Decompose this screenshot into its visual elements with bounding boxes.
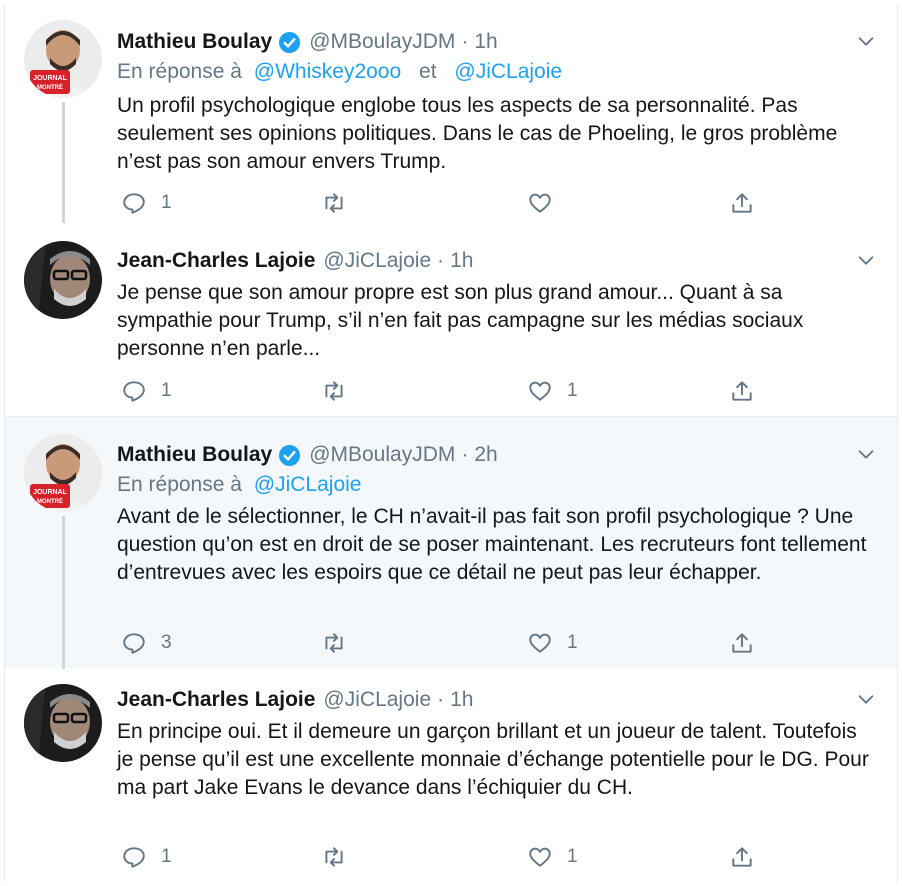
tweet-time[interactable]: 2h <box>474 443 497 467</box>
tweet-2[interactable]: Jean-Charles Lajoie @JiCLajoie · 1h Je p… <box>5 223 897 416</box>
reply-button[interactable]: 3 <box>121 628 172 658</box>
tweet-header: Jean-Charles Lajoie @JiCLajoie · 1h <box>117 686 867 714</box>
timeline: JOURNAL MONTRÉ Mathieu Boulay @MBoulayJD… <box>4 4 898 882</box>
tweet-text: Je pense que son amour propre est son pl… <box>117 281 804 360</box>
reply-button[interactable]: 1 <box>121 188 172 218</box>
like-button[interactable]: 1 <box>527 842 578 872</box>
retweet-icon <box>325 381 343 401</box>
avatar-mathieu-boulay[interactable]: JOURNAL MONTRÉ <box>24 434 102 512</box>
svg-text:JOURNAL: JOURNAL <box>33 75 68 82</box>
reply-icon <box>123 381 145 402</box>
reply-to-prefix: En réponse à <box>117 60 242 83</box>
mention-link[interactable]: @JiCLajoie <box>454 60 562 83</box>
reply-to-line: En réponse à @JiCLajoie <box>117 473 361 497</box>
reply-icon <box>123 847 145 868</box>
svg-text:JOURNAL: JOURNAL <box>33 489 68 496</box>
like-button[interactable] <box>527 188 567 218</box>
author-handle[interactable]: @JiCLajoie <box>323 688 431 712</box>
author-handle[interactable]: @MBoulayJDM <box>309 30 455 54</box>
chevron-down-icon[interactable] <box>855 30 877 52</box>
tweet-actions: 1 <box>117 188 777 218</box>
author-name[interactable]: Mathieu Boulay <box>117 443 272 467</box>
share-icon <box>732 381 752 401</box>
retweet-icon <box>325 847 343 867</box>
like-count: 1 <box>567 846 578 867</box>
tweet-text: Un profil psychologique englobe tous les… <box>117 94 838 173</box>
tweet-header: Jean-Charles Lajoie @JiCLajoie · 1h <box>117 247 867 275</box>
svg-text:MONTRÉ: MONTRÉ <box>37 497 63 505</box>
svg-text:MONTRÉ: MONTRÉ <box>37 83 63 91</box>
avatar-jean-charles-lajoie[interactable] <box>24 684 102 762</box>
verified-badge-icon <box>278 444 301 467</box>
tweet-actions: 1 1 <box>117 842 777 872</box>
tweet-actions: 1 1 <box>117 376 777 406</box>
chevron-down-icon[interactable] <box>855 688 877 710</box>
reply-button[interactable]: 1 <box>121 842 172 872</box>
tweet-time[interactable]: 1h <box>474 30 497 54</box>
share-icon <box>732 633 752 653</box>
separator-dot: · <box>461 443 469 466</box>
share-icon <box>732 193 752 213</box>
tweet-actions: 3 1 <box>117 628 777 658</box>
share-button[interactable] <box>729 188 755 218</box>
thread-line <box>62 516 65 669</box>
reply-count: 3 <box>161 632 172 653</box>
avatar-jean-charles-lajoie[interactable] <box>24 241 102 319</box>
retweet-button[interactable] <box>321 628 361 658</box>
chevron-down-icon[interactable] <box>855 443 877 465</box>
like-icon <box>529 847 551 867</box>
tweet-text: En principe oui. Et il demeure un garçon… <box>117 720 869 799</box>
share-button[interactable] <box>729 376 755 406</box>
reply-count: 1 <box>161 380 172 401</box>
reply-count: 1 <box>161 846 172 867</box>
share-button[interactable] <box>729 842 755 872</box>
retweet-button[interactable] <box>321 376 361 406</box>
avatar-mathieu-boulay[interactable]: JOURNAL MONTRÉ <box>24 20 102 98</box>
tweet-text: Avant de le sélectionner, le CH n’avait-… <box>117 505 867 584</box>
author-handle[interactable]: @JiCLajoie <box>323 249 431 273</box>
author-name[interactable]: Jean-Charles Lajoie <box>117 249 315 273</box>
verified-badge-icon <box>278 31 301 54</box>
separator-dot: · <box>437 688 445 711</box>
like-count: 1 <box>567 380 578 401</box>
author-name[interactable]: Jean-Charles Lajoie <box>117 688 315 712</box>
mention-link[interactable]: @Whiskey2ooo <box>254 60 401 83</box>
tweet-time[interactable]: 1h <box>450 688 473 712</box>
reply-to-and: et <box>419 60 437 83</box>
mention-link[interactable]: @JiCLajoie <box>254 473 362 496</box>
separator-dot: · <box>437 249 445 272</box>
chevron-down-icon[interactable] <box>855 249 877 271</box>
tweet-4[interactable]: Jean-Charles Lajoie @JiCLajoie · 1h En p… <box>5 668 897 882</box>
reply-icon <box>123 633 145 654</box>
reply-button[interactable]: 1 <box>121 376 172 406</box>
author-handle[interactable]: @MBoulayJDM <box>309 443 455 467</box>
retweet-icon <box>325 633 343 653</box>
tweet-1[interactable]: JOURNAL MONTRÉ Mathieu Boulay @MBoulayJD… <box>5 4 897 223</box>
retweet-button[interactable] <box>321 188 361 218</box>
tweet-header: Mathieu Boulay @MBoulayJDM · 1h <box>117 28 867 56</box>
reply-to-prefix: En réponse à <box>117 473 242 496</box>
share-button[interactable] <box>729 628 755 658</box>
retweet-button[interactable] <box>321 842 361 872</box>
like-button[interactable]: 1 <box>527 628 578 658</box>
tweet-time[interactable]: 1h <box>450 249 473 273</box>
like-button[interactable]: 1 <box>527 376 578 406</box>
reply-icon <box>123 193 145 214</box>
reply-to-line: En réponse à @Whiskey2ooo et @JiCLajoie <box>117 60 562 84</box>
tweet-header: Mathieu Boulay @MBoulayJDM · 2h <box>117 441 867 469</box>
share-icon <box>732 847 752 867</box>
thread-line <box>62 102 65 223</box>
author-name[interactable]: Mathieu Boulay <box>117 30 272 54</box>
retweet-icon <box>325 193 343 213</box>
like-icon <box>529 381 551 401</box>
like-count: 1 <box>567 632 578 653</box>
like-icon <box>529 193 551 213</box>
separator-dot: · <box>461 30 469 53</box>
like-icon <box>529 633 551 653</box>
reply-count: 1 <box>161 192 172 213</box>
tweet-3[interactable]: JOURNAL MONTRÉ Mathieu Boulay @MBoulayJD… <box>5 416 897 669</box>
